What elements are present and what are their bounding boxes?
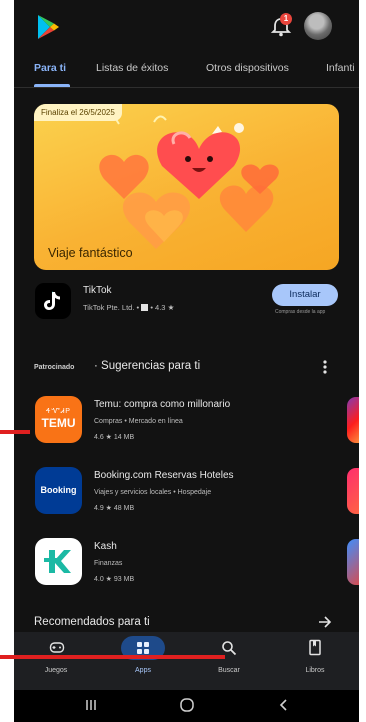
gamepad-icon[interactable] bbox=[49, 641, 65, 655]
app-name-kash[interactable]: Kash bbox=[94, 541, 117, 552]
kash-app-icon[interactable] bbox=[35, 538, 82, 585]
apps-grid-icon[interactable] bbox=[135, 640, 151, 656]
recommended-section-title[interactable]: Recomendados para ti bbox=[34, 616, 150, 628]
recent-apps-icon[interactable] bbox=[84, 698, 98, 712]
home-button-icon[interactable] bbox=[179, 697, 195, 713]
next-column-app-icon[interactable] bbox=[347, 539, 359, 585]
booking-app-icon[interactable]: Booking bbox=[35, 467, 82, 514]
next-column-app-icon[interactable] bbox=[347, 468, 359, 514]
tab-divider bbox=[14, 87, 359, 88]
more-options-icon[interactable] bbox=[320, 358, 330, 376]
featured-app-rating: 4.3 bbox=[155, 303, 166, 312]
annotation-line bbox=[0, 430, 30, 434]
tiktok-logo-icon bbox=[44, 291, 60, 310]
star-icon: ★ bbox=[167, 303, 175, 312]
search-icon[interactable] bbox=[221, 640, 237, 656]
app-category-kash: Finanzas bbox=[94, 560, 123, 567]
install-button[interactable]: Instalar bbox=[272, 284, 338, 306]
app-name-booking[interactable]: Booking.com Reservas Hoteles bbox=[94, 470, 234, 481]
nav-label-juegos[interactable]: Juegos bbox=[26, 667, 86, 674]
notification-count-badge: 1 bbox=[280, 13, 292, 25]
promo-banner[interactable]: Finaliza el 26/5/2025 Viaje fantástico bbox=[34, 104, 339, 270]
nav-label-apps[interactable]: Apps bbox=[113, 667, 173, 674]
app-category-temu: Compras • Mercado en línea bbox=[94, 418, 183, 425]
app-stats-kash: 4.0 ★ 93 MB bbox=[94, 576, 135, 583]
tab-listas-de-exitos[interactable]: Listas de éxitos bbox=[96, 62, 168, 74]
featured-app-meta: TikTok Pte. Ltd. • • 4.3 ★ bbox=[83, 303, 174, 312]
app-stats-booking: 4.9 ★ 48 MB bbox=[94, 505, 135, 512]
nav-label-buscar[interactable]: Buscar bbox=[199, 667, 259, 674]
google-play-logo-icon bbox=[38, 15, 59, 39]
tab-otros-dispositivos[interactable]: Otros dispositivos bbox=[206, 62, 289, 74]
tab-para-ti[interactable]: Para ti bbox=[34, 62, 66, 74]
suggestions-title-text: Sugerencias para ti bbox=[101, 360, 201, 372]
temu-app-icon[interactable]: ᏎᏉᏗᏢ TEMU bbox=[35, 396, 82, 443]
featured-app-name[interactable]: TikTok bbox=[83, 285, 112, 296]
phone-screen: 1 Para ti Listas de éxitos Otros disposi… bbox=[14, 0, 359, 722]
tiktok-app-icon[interactable] bbox=[35, 283, 71, 319]
in-app-purchases-note: Compras desde la app bbox=[275, 309, 326, 315]
kash-logo-icon bbox=[44, 550, 71, 573]
next-column-app-icon[interactable] bbox=[347, 397, 359, 443]
temu-icon-wordmark: TEMU bbox=[41, 416, 76, 430]
tab-infantil[interactable]: Infanti bbox=[326, 62, 355, 74]
promo-end-date-tag: Finaliza el 26/5/2025 bbox=[34, 104, 122, 121]
book-icon[interactable] bbox=[308, 639, 322, 656]
sponsored-label: Patrocinado bbox=[34, 364, 75, 371]
arrow-right-icon[interactable] bbox=[318, 615, 332, 629]
account-avatar[interactable] bbox=[304, 12, 332, 40]
temu-icon-symbols: ᏎᏉᏗᏢ bbox=[46, 408, 71, 415]
age-rating-icon bbox=[141, 304, 149, 311]
promo-title: Viaje fantástico bbox=[48, 246, 133, 260]
annotation-line bbox=[0, 655, 225, 659]
featured-app-developer: TikTok Pte. Ltd. bbox=[83, 303, 135, 312]
app-name-temu[interactable]: Temu: compra como millonario bbox=[94, 399, 230, 410]
app-stats-temu: 4.6 ★ 14 MB bbox=[94, 434, 135, 441]
suggestions-section-title: · Sugerencias para ti bbox=[94, 360, 201, 372]
nav-label-libros[interactable]: Libros bbox=[285, 667, 345, 674]
app-category-booking: Viajes y servicios locales • Hospedaje bbox=[94, 489, 212, 496]
back-chevron-icon[interactable] bbox=[278, 698, 290, 712]
